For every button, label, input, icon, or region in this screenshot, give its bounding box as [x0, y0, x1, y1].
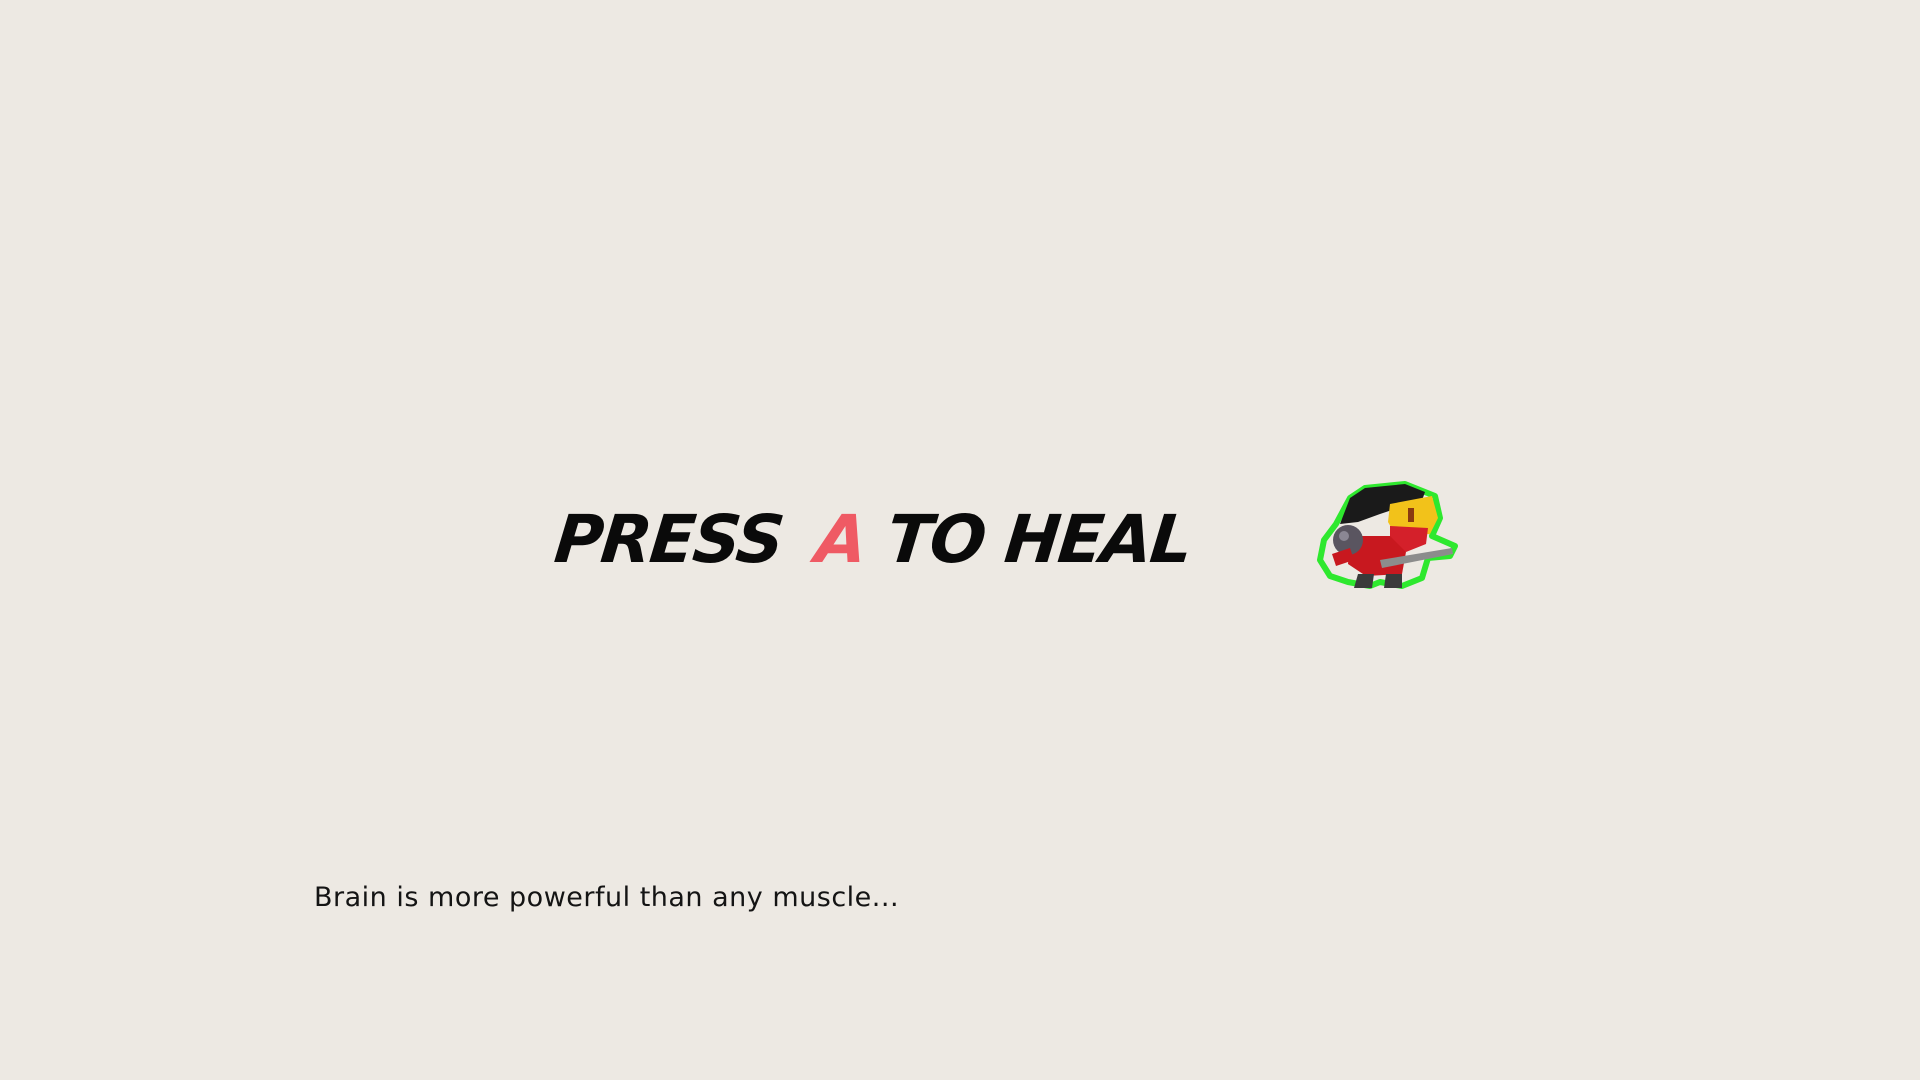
prompt-key: A: [812, 501, 870, 578]
loading-screen: PRESS A TO HEAL Brain is more powerful t…: [0, 0, 1920, 1080]
heal-prompt: PRESS A TO HEAL: [551, 500, 1195, 580]
ninja-character-sprite-icon: [1317, 481, 1458, 589]
loading-tip-text: Brain is more powerful than any muscle..…: [314, 882, 900, 913]
prompt-suffix: TO HEAL: [883, 501, 1195, 578]
prompt-prefix: PRESS: [551, 501, 787, 578]
